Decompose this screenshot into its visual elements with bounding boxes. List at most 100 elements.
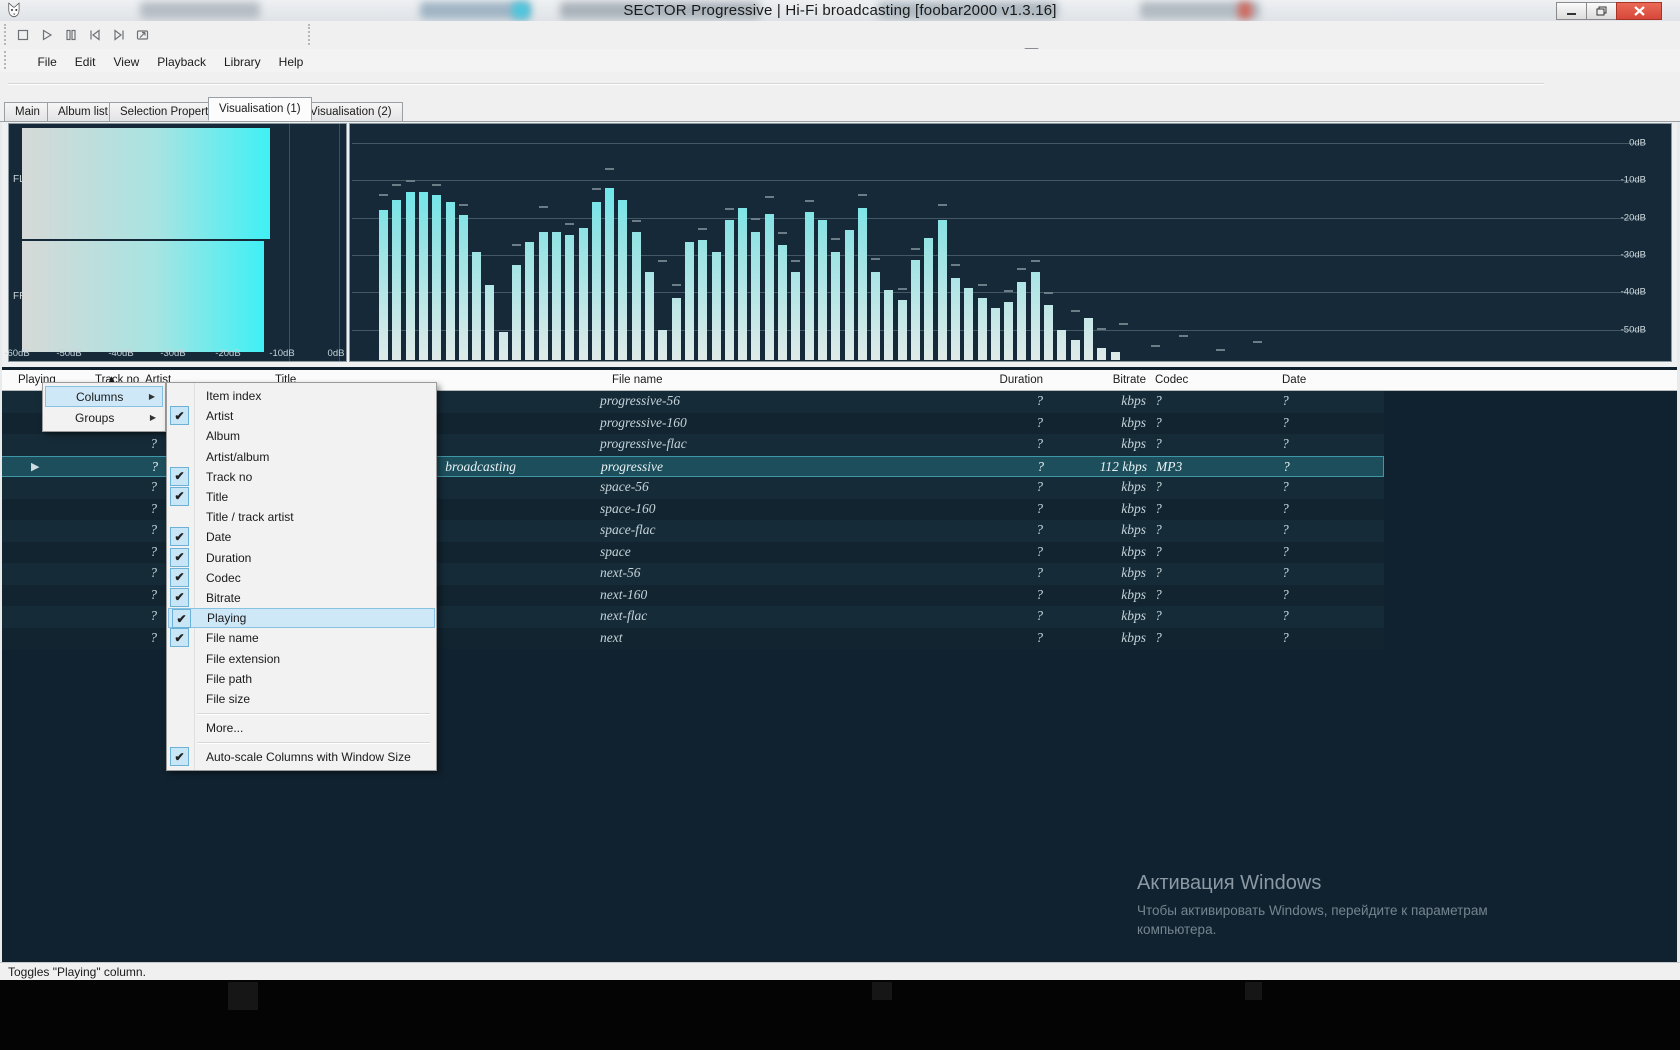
menu-file[interactable]: File	[28, 53, 65, 71]
columns-menu-item-artist-album[interactable]: Artist/album	[167, 447, 436, 467]
playlist-context-menu: Columns▶Groups▶	[42, 382, 166, 432]
spectrum-bar	[618, 200, 627, 360]
spectrum-peak-marker	[512, 244, 521, 246]
checkmark-icon: ✔	[170, 747, 189, 766]
columns-menu-item-item-index[interactable]: Item index	[167, 386, 436, 406]
column-header-date[interactable]: Date	[1282, 374, 1306, 386]
cell-track-no: ?	[100, 501, 157, 517]
previous-button[interactable]	[85, 26, 104, 44]
spectrum-gridline	[352, 180, 1646, 181]
menu-playback[interactable]: Playback	[148, 53, 215, 71]
cell-track-no: ?	[101, 459, 158, 475]
spectrum-gridline	[352, 143, 1646, 144]
cell-bitrate: kbps	[1040, 501, 1146, 517]
column-header-codec[interactable]: Codec	[1155, 374, 1188, 386]
menubar-grip[interactable]	[4, 51, 6, 69]
window-title: SECTOR Progressive | Hi-Fi broadcasting …	[0, 2, 1680, 19]
stop-button[interactable]	[13, 26, 32, 44]
cell-bitrate: kbps	[1040, 587, 1146, 603]
restore-button[interactable]	[1586, 2, 1617, 20]
cell-bitrate: kbps	[1040, 544, 1146, 560]
column-header-duration[interactable]: Duration	[1000, 374, 1043, 386]
tab-visualisation-2-[interactable]: Visualisation (2)	[299, 102, 403, 121]
menu-edit[interactable]: Edit	[66, 53, 105, 71]
spectrum-bar	[938, 220, 947, 360]
columns-menu-item-file-name[interactable]: ✔File name	[167, 628, 436, 648]
toolbar-grip[interactable]	[308, 24, 310, 45]
cell-date: ?	[1282, 565, 1289, 581]
spectrum-peak-marker	[605, 168, 614, 170]
columns-menu-item-title-track-artist[interactable]: Title / track artist	[167, 507, 436, 527]
cell-duration: ?	[950, 522, 1043, 538]
cell-date: ?	[1282, 436, 1289, 452]
column-header-bitrate[interactable]: Bitrate	[1113, 374, 1146, 386]
spectrum-bar	[392, 200, 401, 360]
spectrum-bar	[446, 202, 455, 360]
spectrum-bar	[978, 298, 987, 360]
columns-menu-item-file-size[interactable]: File size	[167, 689, 436, 709]
tab-main[interactable]: Main	[4, 102, 51, 121]
spectrum-bar	[432, 195, 441, 360]
spectrum-bar	[791, 272, 800, 360]
columns-menu-item-duration[interactable]: ✔Duration	[167, 548, 436, 568]
cell-track-no: ?	[100, 544, 157, 560]
cell-track-no: ?	[100, 630, 157, 646]
spectrum-bar	[924, 238, 933, 360]
menu-bar: FileEditViewPlaybackLibraryHelp	[0, 49, 1680, 72]
cell-bitrate: kbps	[1040, 393, 1146, 409]
vu-scale-label: 0dB	[328, 348, 345, 359]
cell-duration: ?	[950, 544, 1043, 560]
toolbar-grip[interactable]	[4, 24, 6, 45]
cell-bitrate: 112 kbps	[1041, 459, 1147, 475]
column-header-file-name[interactable]: File name	[612, 374, 663, 386]
cell-track-no: ?	[100, 479, 157, 495]
spectrum-bar	[845, 230, 854, 360]
context-menu-item-groups[interactable]: Groups▶	[45, 407, 163, 428]
spectrum-bar	[685, 242, 694, 360]
columns-menu-item-codec[interactable]: ✔Codec	[167, 568, 436, 588]
status-text: Toggles "Playing" column.	[8, 965, 146, 979]
background-window	[1245, 982, 1262, 1000]
cell-codec: ?	[1155, 415, 1162, 431]
menu-view[interactable]: View	[104, 53, 148, 71]
random-button[interactable]	[133, 26, 152, 44]
spectrum-bar	[579, 228, 588, 360]
columns-menu-item-playing[interactable]: ✔Playing	[168, 608, 435, 628]
columns-menu-item-bitrate[interactable]: ✔Bitrate	[167, 588, 436, 608]
cell-track-no: ?	[100, 436, 157, 452]
spectrum-peak-marker	[1071, 310, 1080, 312]
cell-date: ?	[1282, 479, 1289, 495]
spectrum-bar	[552, 232, 561, 360]
pause-button[interactable]	[61, 26, 80, 44]
window-left-border	[0, 122, 2, 962]
columns-menu-item-album[interactable]: Album	[167, 426, 436, 446]
columns-menu-item-date[interactable]: ✔Date	[167, 527, 436, 547]
spectrum-bar	[525, 242, 534, 360]
next-button[interactable]	[109, 26, 128, 44]
columns-menu-item-more-[interactable]: More...	[167, 718, 436, 738]
minimize-button[interactable]	[1556, 2, 1587, 20]
menu-help[interactable]: Help	[270, 53, 313, 71]
columns-menu-item-track-no[interactable]: ✔Track no	[167, 467, 436, 487]
columns-menu-item-file-path[interactable]: File path	[167, 669, 436, 689]
close-button[interactable]	[1616, 2, 1662, 20]
menu-library[interactable]: Library	[215, 53, 270, 71]
context-menu-item-columns[interactable]: Columns▶	[45, 386, 163, 407]
columns-menu-item-artist[interactable]: ✔Artist	[167, 406, 436, 426]
vu-scale-label: -50dB	[56, 348, 81, 359]
spectrum-peak-marker	[592, 188, 601, 190]
spectrum-peak-marker	[459, 204, 468, 206]
columns-menu-item-title[interactable]: ✔Title	[167, 487, 436, 507]
cell-file-name: space-160	[600, 501, 655, 517]
spectrum-bar	[1004, 302, 1013, 360]
play-button[interactable]	[37, 26, 56, 44]
tab-visualisation-1-[interactable]: Visualisation (1)	[208, 97, 312, 121]
vu-bar-fl	[22, 128, 270, 239]
spectrum-peak-marker	[898, 288, 907, 290]
columns-menu-item-file-extension[interactable]: File extension	[167, 648, 436, 668]
columns-menu-item-auto-scale-columns-with-window-size[interactable]: ✔Auto-scale Columns with Window Size	[167, 747, 436, 767]
spectrum-bar	[1071, 340, 1080, 360]
splitter-groove[interactable]	[8, 83, 1544, 85]
cell-codec: MP3	[1156, 459, 1182, 475]
spectrum-peak-marker	[1097, 328, 1106, 330]
